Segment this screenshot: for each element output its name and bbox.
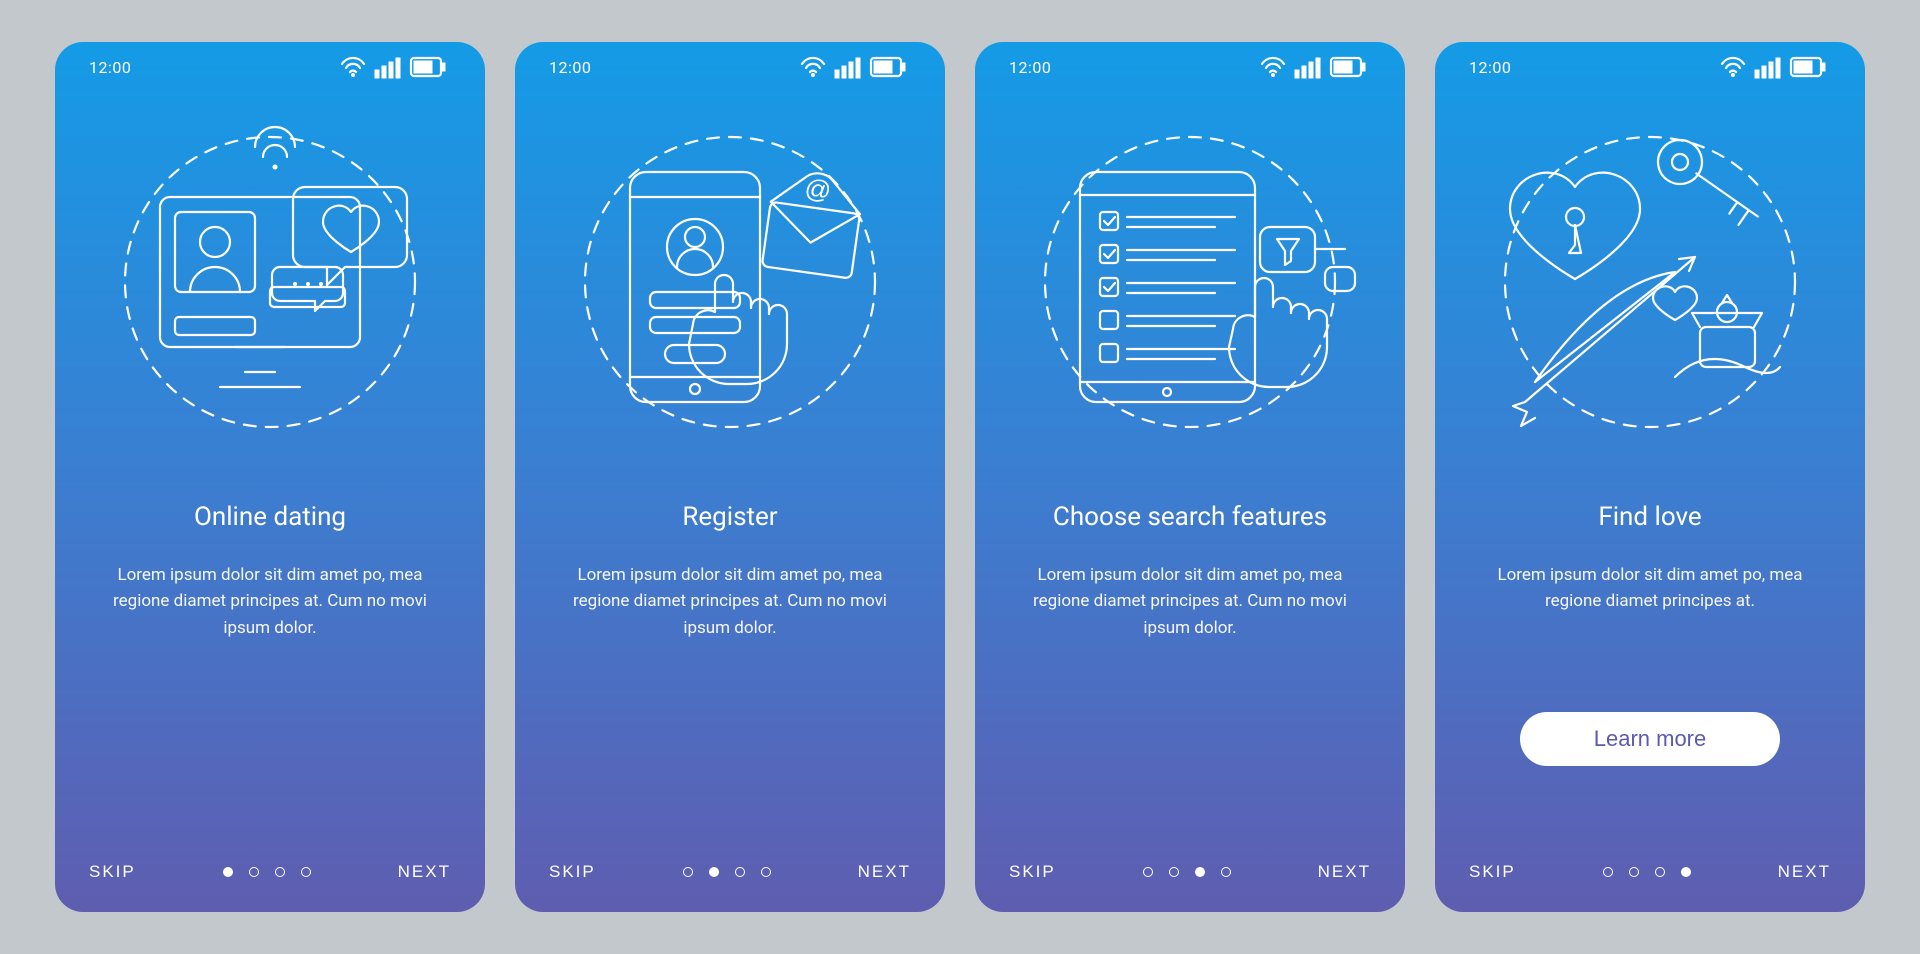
hero-illustration	[1009, 92, 1371, 472]
skip-button[interactable]: SKIP	[1469, 862, 1516, 882]
pager-dot[interactable]	[1143, 867, 1153, 877]
screen-title: Choose search features	[1009, 482, 1371, 552]
skip-button[interactable]: SKIP	[89, 862, 136, 882]
status-time: 12:00	[89, 58, 131, 77]
pager: SKIP NEXT	[89, 832, 451, 912]
hero-illustration	[1469, 92, 1831, 472]
pager-dot[interactable]	[709, 867, 719, 877]
onboarding-screen: 12:00 Online dating Lorem ipsum dolor sit…	[55, 42, 485, 912]
screen-description: Lorem ipsum dolor sit dim amet po, mea r…	[549, 562, 911, 692]
pager-dot[interactable]	[301, 867, 311, 877]
pager-dots	[683, 867, 771, 877]
onboarding-screen: 12:00 Register Lorem ipsum dolor sit dim …	[515, 42, 945, 912]
status-bar: 12:00	[89, 42, 451, 92]
screen-title: Online dating	[89, 482, 451, 552]
status-icons	[1721, 54, 1831, 80]
pager: SKIP NEXT	[1009, 832, 1371, 912]
pager-dot[interactable]	[735, 867, 745, 877]
status-icons	[341, 54, 451, 80]
status-bar: 12:00	[549, 42, 911, 92]
pager-dot[interactable]	[1681, 867, 1691, 877]
status-time: 12:00	[1469, 58, 1511, 77]
pager-dot[interactable]	[683, 867, 693, 877]
pager-dot[interactable]	[1655, 867, 1665, 877]
hero-illustration	[89, 92, 451, 472]
pager-dots	[223, 867, 311, 877]
status-icons	[801, 54, 911, 80]
pager-dot[interactable]	[275, 867, 285, 877]
screen-description: Lorem ipsum dolor sit dim amet po, mea r…	[1469, 562, 1831, 692]
wifi-signal-battery-icon	[1261, 54, 1371, 80]
pager: SKIP NEXT	[549, 832, 911, 912]
next-button[interactable]: NEXT	[1778, 862, 1831, 882]
wifi-signal-battery-icon	[801, 54, 911, 80]
next-button[interactable]: NEXT	[858, 862, 911, 882]
skip-button[interactable]: SKIP	[549, 862, 596, 882]
status-icons	[1261, 54, 1371, 80]
pager-dots	[1603, 867, 1691, 877]
next-button[interactable]: NEXT	[398, 862, 451, 882]
screen-description: Lorem ipsum dolor sit dim amet po, mea r…	[1009, 562, 1371, 692]
pager-dots	[1143, 867, 1231, 877]
find-love-icon	[1485, 117, 1815, 447]
skip-button[interactable]: SKIP	[1009, 862, 1056, 882]
onboarding-screen: 12:00 Find love Lorem ipsum dolor sit dim…	[1435, 42, 1865, 912]
pager-dot[interactable]	[249, 867, 259, 877]
learn-more-button[interactable]: Learn more	[1520, 712, 1780, 766]
screen-title: Register	[549, 482, 911, 552]
status-bar: 12:00	[1009, 42, 1371, 92]
status-bar: 12:00	[1469, 42, 1831, 92]
pager: SKIP NEXT	[1469, 832, 1831, 912]
onboarding-screen: 12:00 Choose search features Lorem ipsum …	[975, 42, 1405, 912]
screen-title: Find love	[1469, 482, 1831, 552]
pager-dot[interactable]	[1195, 867, 1205, 877]
screen-description: Lorem ipsum dolor sit dim amet po, mea r…	[89, 562, 451, 692]
pager-dot[interactable]	[1603, 867, 1613, 877]
online-dating-icon	[105, 117, 435, 447]
pager-dot[interactable]	[1629, 867, 1639, 877]
hero-illustration	[549, 92, 911, 472]
wifi-signal-battery-icon	[1721, 54, 1831, 80]
pager-dot[interactable]	[223, 867, 233, 877]
next-button[interactable]: NEXT	[1318, 862, 1371, 882]
search-features-icon	[1025, 117, 1355, 447]
pager-dot[interactable]	[761, 867, 771, 877]
pager-dot[interactable]	[1221, 867, 1231, 877]
register-icon	[565, 117, 895, 447]
status-time: 12:00	[549, 58, 591, 77]
status-time: 12:00	[1009, 58, 1051, 77]
pager-dot[interactable]	[1169, 867, 1179, 877]
wifi-signal-battery-icon	[341, 54, 451, 80]
